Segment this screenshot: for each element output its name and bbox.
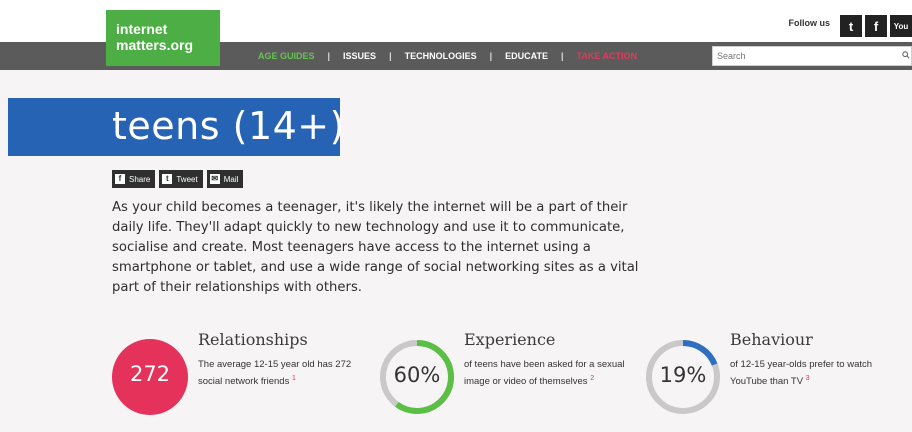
- logo-line-2: matters.org: [116, 37, 194, 53]
- follow-us-label: Follow us: [788, 18, 831, 28]
- social-links: t f You: [840, 15, 912, 37]
- footnote-ref[interactable]: 1: [292, 375, 296, 382]
- relationships-desc: The average 12-15 year old has 272 socia…: [198, 358, 373, 389]
- experience-desc-text: of teens have been asked for a sexual im…: [464, 359, 625, 388]
- relationships-desc-text: The average 12-15 year old has 272 socia…: [198, 359, 352, 388]
- experience-title: Experience: [464, 330, 556, 349]
- behaviour-value: 19%: [659, 363, 707, 387]
- search-icon[interactable]: [902, 51, 910, 59]
- tweet-label: Tweet: [176, 174, 198, 184]
- tweet-button[interactable]: t Tweet: [159, 170, 203, 188]
- behaviour-desc-text: of 12-15 year-olds prefer to watch YouTu…: [730, 359, 873, 388]
- share-button[interactable]: f Share: [112, 170, 156, 188]
- nav-separator: |: [327, 51, 331, 61]
- page-title: teens (14+): [112, 104, 345, 148]
- site-logo[interactable]: internet matters.org: [106, 10, 220, 66]
- nav-separator: |: [489, 51, 493, 61]
- nav-item-issues[interactable]: ISSUES: [343, 51, 376, 61]
- mail-label: Mail: [223, 174, 239, 184]
- nav-item-technologies[interactable]: TECHNOLOGIES: [405, 51, 477, 61]
- twitter-icon[interactable]: t: [840, 15, 862, 37]
- intro-paragraph: As your child becomes a teenager, it's l…: [112, 200, 639, 295]
- nav-item-age-guides[interactable]: AGE GUIDES: [258, 51, 315, 61]
- nav-separator: |: [389, 51, 392, 61]
- mail-button[interactable]: ✉ Mail: [206, 170, 244, 188]
- experience-value: 60%: [393, 363, 441, 387]
- logo-line-1: internet: [116, 21, 168, 37]
- mail-icon: ✉: [209, 174, 220, 184]
- footnote-ref[interactable]: 2: [590, 375, 594, 382]
- twitter-icon: t: [162, 174, 173, 184]
- behaviour-desc: of 12-15 year-olds prefer to watch YouTu…: [730, 358, 900, 389]
- facebook-icon: f: [115, 174, 125, 184]
- share-label: Share: [129, 174, 151, 184]
- share-buttons: f Share t Tweet ✉ Mail: [112, 170, 244, 188]
- nav-list: AGE GUIDES | ISSUES | TECHNOLOGIES | EDU…: [258, 42, 637, 70]
- footnote-ref[interactable]: 3: [806, 375, 810, 382]
- nav-separator: |: [560, 51, 564, 61]
- relationships-title: Relationships: [198, 330, 308, 349]
- behaviour-title: Behaviour: [730, 330, 813, 349]
- search-input[interactable]: [712, 46, 912, 66]
- facebook-icon[interactable]: f: [865, 15, 887, 37]
- nav-item-take-action[interactable]: TAKE ACTION: [577, 51, 638, 61]
- youtube-icon[interactable]: You: [890, 15, 912, 37]
- experience-desc: of teens have been asked for a sexual im…: [464, 358, 640, 389]
- nav-item-educate[interactable]: EDUCATE: [505, 51, 548, 61]
- relationships-value: 272: [129, 362, 171, 386]
